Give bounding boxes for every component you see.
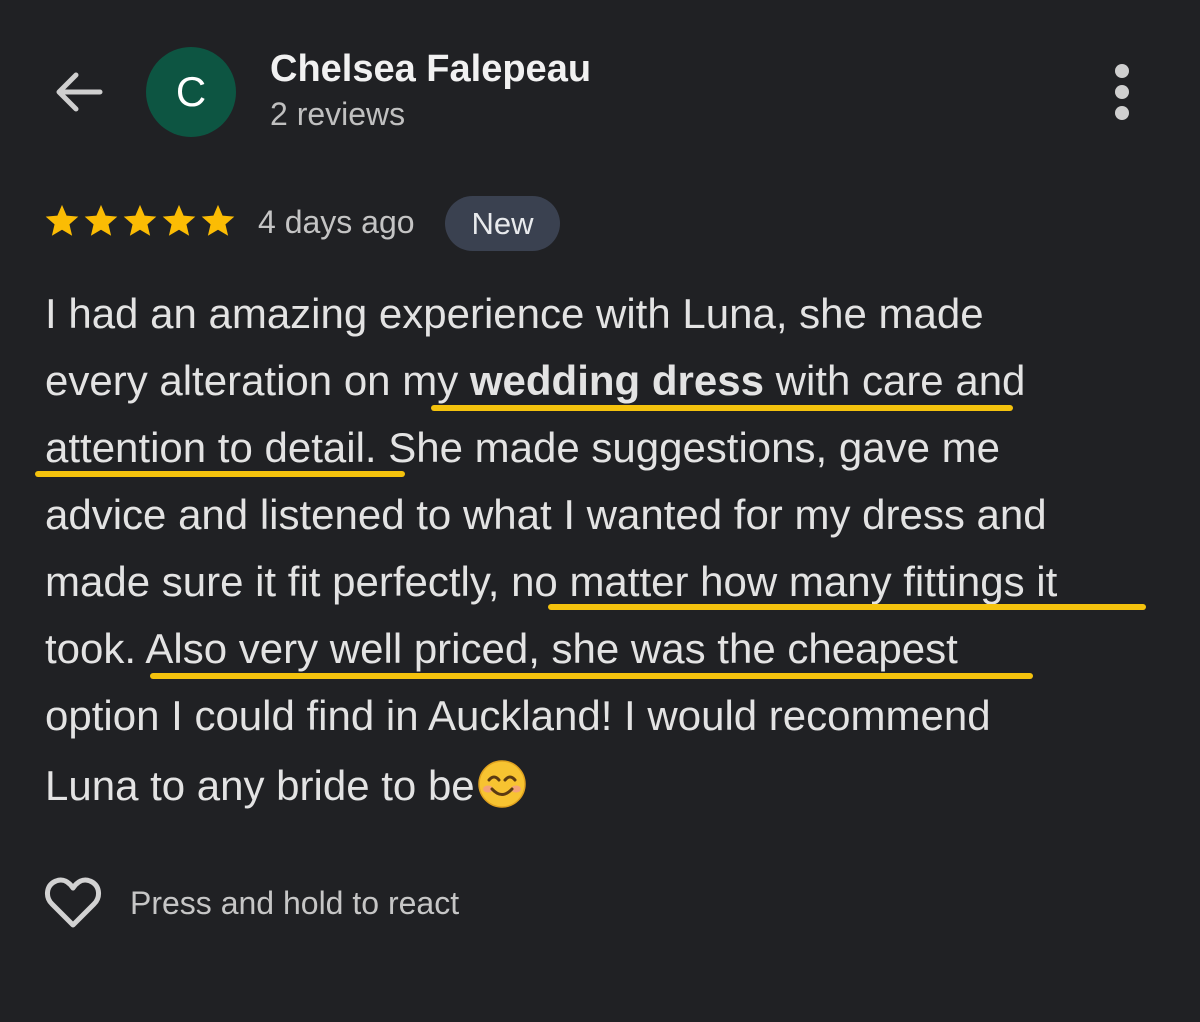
star-icon — [45, 204, 79, 236]
review-text-line: every alteration on my wedding dress wit… — [45, 357, 1026, 404]
star-icon — [201, 204, 235, 236]
highlight-underline — [150, 673, 1033, 679]
smiling-face-icon — [477, 760, 526, 808]
more-options-button[interactable] — [1100, 62, 1144, 122]
star-rating — [43, 202, 237, 240]
highlight-underline — [548, 604, 1146, 610]
star-icon — [84, 204, 118, 236]
more-vertical-icon — [1115, 64, 1129, 120]
highlight-underline — [35, 471, 405, 477]
star-icon — [123, 204, 157, 236]
reviewer-name[interactable]: Chelsea Falepeau — [270, 48, 591, 91]
review-text-line: made sure it fit perfectly, no matter ho… — [45, 558, 1058, 605]
react-label: Press and hold to react — [130, 884, 460, 921]
review-text-line: attention to detail. She made suggestion… — [45, 424, 1000, 471]
arrow-left-icon — [56, 72, 103, 112]
review-count: 2 reviews — [270, 96, 406, 132]
highlight-underline — [431, 405, 1013, 411]
review-text-line: I had an amazing experience with Luna, s… — [45, 290, 984, 337]
new-badge: New — [445, 196, 560, 251]
review-text-line: advice and listened to what I wanted for… — [45, 491, 1047, 538]
review-text-line: Luna to any bride to be — [45, 759, 527, 810]
review-text-line: option I could find in Auckland! I would… — [45, 692, 991, 739]
back-button[interactable] — [50, 66, 108, 118]
review-date: 4 days ago — [258, 204, 415, 240]
star-icon — [162, 204, 196, 236]
heart-outline-icon — [45, 877, 101, 928]
review-text-line: took. Also very well priced, she was the… — [45, 625, 958, 672]
react-button[interactable]: Press and hold to react — [44, 876, 459, 930]
avatar[interactable]: C — [146, 47, 236, 137]
